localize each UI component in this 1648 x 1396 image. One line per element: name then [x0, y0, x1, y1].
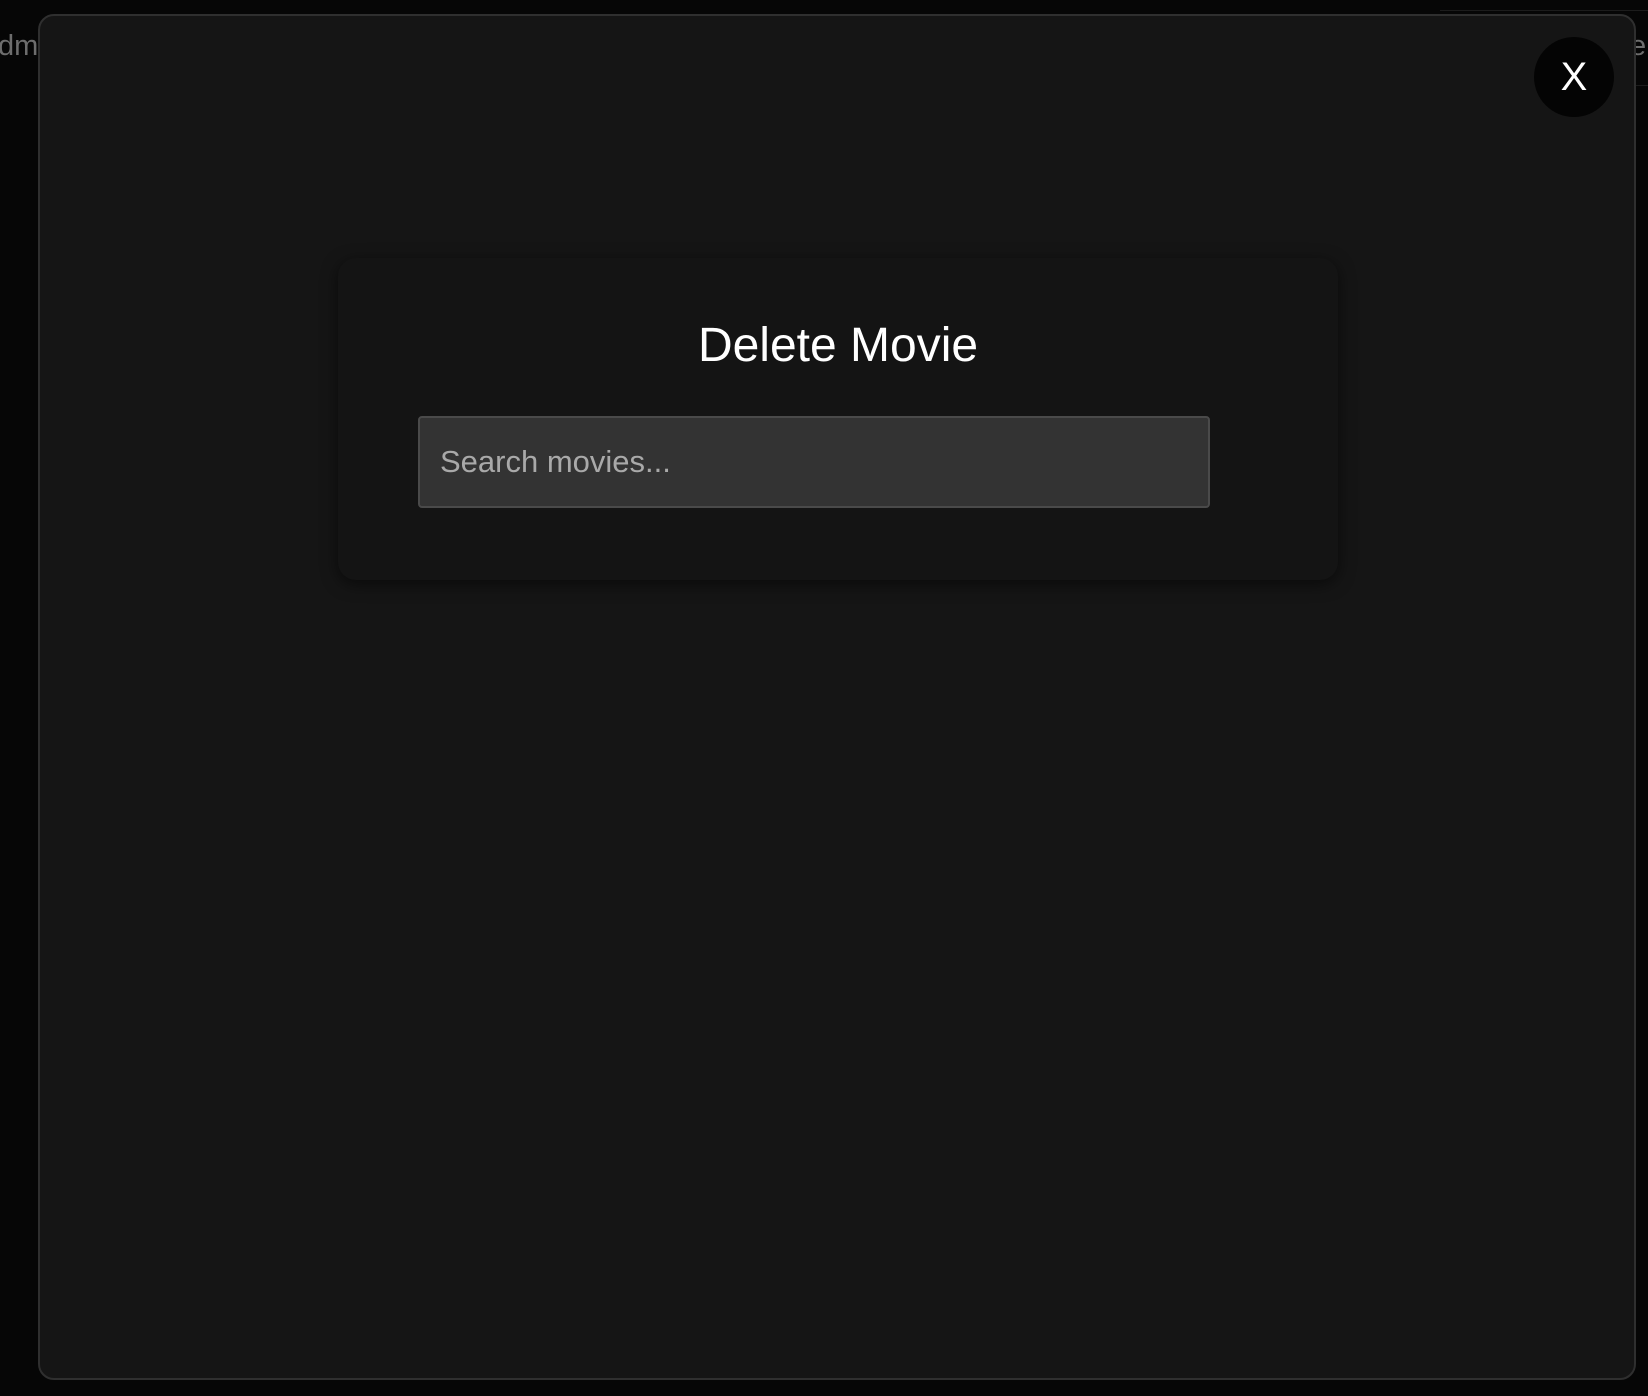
background-partial-text-left: dm [0, 30, 39, 62]
card-title: Delete Movie [697, 319, 979, 372]
modal-dialog: X Delete Movie [38, 14, 1636, 1380]
close-icon: X [1560, 55, 1588, 99]
page-backdrop: dm e X Delete Movie [0, 0, 1648, 1396]
search-movies-input[interactable] [418, 416, 1210, 508]
delete-movie-card: Delete Movie [338, 258, 1338, 580]
close-button[interactable]: X [1534, 37, 1614, 117]
